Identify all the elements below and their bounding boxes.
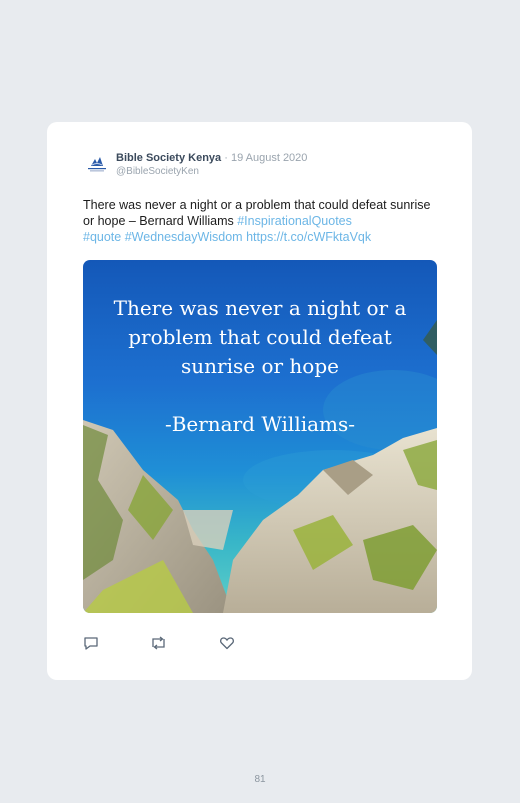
quote-line-1: There was never a night or a (114, 296, 407, 320)
hashtag-quote[interactable]: #quote (83, 230, 121, 244)
reply-button[interactable] (83, 635, 101, 653)
tweet-actions (83, 635, 283, 653)
quote-image: There was never a night or a problem tha… (83, 260, 437, 613)
author-name[interactable]: Bible Society Kenya (116, 152, 221, 164)
avatar[interactable] (83, 151, 111, 179)
tweet-author: Bible Society Kenya · 19 August 2020 @Bi… (116, 152, 307, 178)
retweet-icon (152, 636, 165, 650)
retweet-button[interactable] (150, 635, 168, 653)
reply-icon (84, 637, 98, 650)
author-handle[interactable]: @BibleSocietyKen (116, 165, 307, 178)
heart-icon (220, 637, 234, 650)
tweet-text: There was never a night or a problem tha… (83, 197, 433, 245)
meta-separator: · (224, 152, 228, 164)
tweet-link[interactable]: https://t.co/cWFktaVqk (246, 230, 371, 244)
hashtag-inspirationalquotes[interactable]: #InspirationalQuotes (237, 214, 352, 228)
like-button[interactable] (219, 635, 237, 653)
quote-line-3: sunrise or hope (181, 354, 339, 378)
page-number: 81 (254, 774, 266, 785)
quote-attribution: -Bernard Williams- (165, 412, 355, 436)
quote-line-2: problem that could defeat (128, 325, 392, 349)
hashtag-wednesdaywisdom[interactable]: #WednesdayWisdom (125, 230, 243, 244)
tweet-date[interactable]: 19 August 2020 (231, 152, 307, 164)
bible-society-logo-icon (83, 151, 111, 179)
tweet-image[interactable]: There was never a night or a problem tha… (83, 260, 437, 613)
tweet-card: Bible Society Kenya · 19 August 2020 @Bi… (47, 122, 472, 680)
